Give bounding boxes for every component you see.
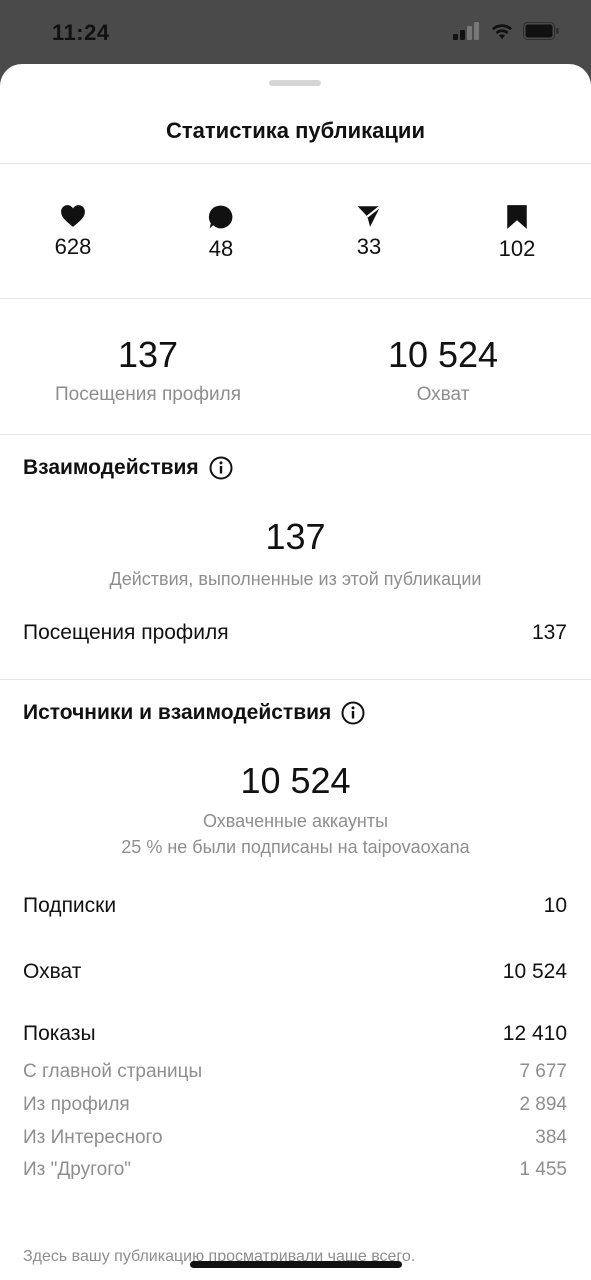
interactions-header: Взаимодействия bbox=[23, 456, 233, 480]
divider bbox=[0, 679, 591, 680]
row-label: С главной страницы bbox=[23, 1061, 203, 1082]
wifi-icon bbox=[492, 24, 512, 39]
row-value: 2 894 bbox=[519, 1094, 567, 1115]
likes-counter: 628 bbox=[23, 204, 123, 260]
divider bbox=[0, 298, 591, 299]
post-insights-sheet: Статистика публикации 628 48 33 102 137 … bbox=[0, 64, 591, 1280]
row-label: Охват bbox=[23, 960, 82, 983]
profile-visits-value: 137 bbox=[117, 334, 179, 375]
discovery-title: Источники и взаимодействия bbox=[23, 701, 332, 724]
shares-counter: 33 bbox=[319, 204, 419, 260]
non-followers-note: 25 % не были подписаны на taipovaoxana bbox=[121, 837, 470, 857]
row-label: Из профиля bbox=[23, 1094, 130, 1115]
signal-icon bbox=[453, 22, 479, 40]
status-time: 11:24 bbox=[52, 20, 110, 45]
interactions-title: Взаимодействия bbox=[23, 456, 199, 479]
info-icon[interactable] bbox=[341, 701, 365, 725]
row-label: Посещения профиля bbox=[23, 621, 229, 644]
row-value: 10 bbox=[543, 894, 567, 917]
comment-icon bbox=[208, 205, 233, 229]
impression-source-row: Из "Другого" 1 455 bbox=[23, 1159, 567, 1181]
comments-counter: 48 bbox=[171, 204, 271, 262]
impression-source-row: С главной страницы 7 677 bbox=[23, 1061, 567, 1083]
reach-row: Охват 10 524 bbox=[23, 960, 567, 984]
row-value: 10 524 bbox=[502, 960, 567, 983]
interactions-summary: 137 Действия, выполненные из этой публик… bbox=[0, 516, 591, 592]
reach-stat: 10 524 Охват bbox=[318, 334, 568, 406]
row-label: Из "Другого" bbox=[23, 1159, 132, 1180]
profile-visits-stat: 137 Посещения профиля bbox=[23, 334, 273, 406]
comments-count: 48 bbox=[208, 236, 234, 261]
sheet-title: Статистика публикации bbox=[166, 118, 425, 143]
engagement-counters: 628 48 33 102 bbox=[0, 204, 591, 264]
impression-source-row: Из Интересного 384 bbox=[23, 1127, 567, 1149]
divider bbox=[0, 163, 591, 164]
row-value: 7 677 bbox=[519, 1061, 567, 1082]
divider bbox=[0, 434, 591, 435]
row-label: Показы bbox=[23, 1022, 96, 1045]
profile-visits-label: Посещения профиля bbox=[55, 384, 241, 405]
row-value: 137 bbox=[531, 621, 567, 644]
share-icon bbox=[357, 205, 382, 227]
row-value: 384 bbox=[535, 1127, 567, 1148]
sheet-grabber[interactable] bbox=[269, 80, 321, 86]
discovery-header: Источники и взаимодействия bbox=[23, 701, 365, 725]
row-label: Из Интересного bbox=[23, 1127, 163, 1148]
row-value: 12 410 bbox=[502, 1022, 567, 1045]
accounts-reached-value: 10 524 bbox=[240, 760, 351, 801]
status-icons bbox=[453, 22, 559, 40]
row-value: 1 455 bbox=[519, 1159, 567, 1180]
bookmark-icon bbox=[507, 205, 527, 229]
follows-row: Подписки 10 bbox=[23, 894, 567, 918]
status-bar: 11:24 bbox=[0, 0, 591, 64]
interactions-row-profile-visits: Посещения профиля 137 bbox=[23, 621, 567, 645]
interactions-value: 137 bbox=[265, 516, 326, 557]
home-indicator[interactable] bbox=[190, 1261, 402, 1268]
saves-counter: 102 bbox=[467, 204, 567, 262]
accounts-reached-label: Охваченные аккаунты bbox=[202, 811, 389, 831]
shares-count: 33 bbox=[356, 234, 382, 259]
interactions-subtitle: Действия, выполненные из этой публикации bbox=[109, 569, 482, 589]
impressions-row: Показы 12 410 bbox=[23, 1022, 567, 1046]
row-label: Подписки bbox=[23, 894, 117, 917]
discovery-summary: 10 524 Охваченные аккаунты 25 % не были … bbox=[0, 760, 591, 860]
impression-source-row: Из профиля 2 894 bbox=[23, 1094, 567, 1116]
info-icon[interactable] bbox=[209, 456, 233, 480]
saves-count: 102 bbox=[498, 236, 536, 261]
likes-count: 628 bbox=[54, 234, 92, 259]
reach-label: Охват bbox=[416, 384, 470, 405]
battery-icon bbox=[523, 22, 559, 40]
heart-icon bbox=[61, 205, 85, 227]
reach-value: 10 524 bbox=[387, 334, 499, 375]
